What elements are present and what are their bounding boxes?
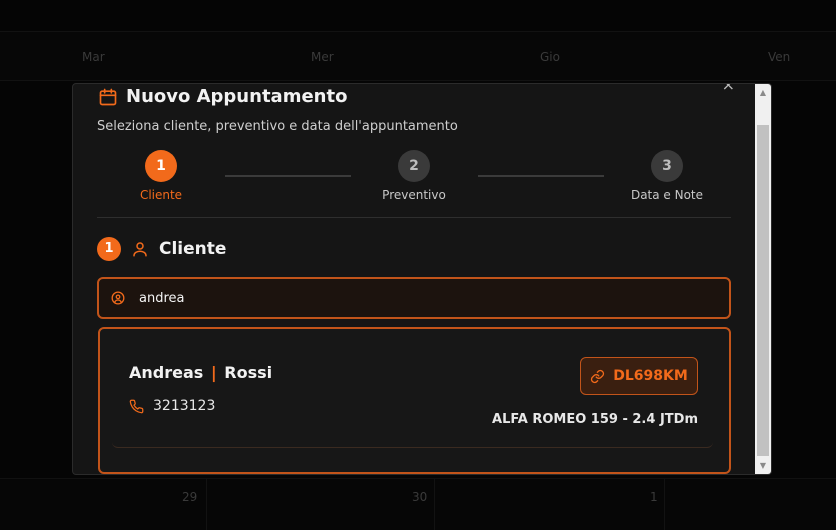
calendar-date[interactable]: 1	[650, 490, 658, 504]
calendar-day-ven: Ven	[768, 50, 791, 64]
section-title: Cliente	[159, 239, 227, 259]
section-header-cliente: 1 Cliente	[97, 237, 226, 261]
calendar-date[interactable]: 30	[412, 490, 427, 504]
calendar-day-mar: Mar	[82, 50, 105, 64]
client-first-name: Andreas	[129, 363, 204, 382]
calendar-row: 29 30 1	[0, 478, 836, 530]
client-phone: 3213123	[129, 398, 215, 414]
step-label: Data e Note	[630, 188, 704, 202]
client-name: Andreas | Rossi	[129, 363, 272, 382]
section-number: 1	[97, 237, 121, 261]
calendar-day-mer: Mer	[311, 50, 334, 64]
step-connector	[478, 175, 604, 177]
link-icon	[591, 369, 605, 383]
step-label: Preventivo	[382, 188, 446, 202]
scrollbar-thumb[interactable]	[757, 125, 769, 456]
calendar-cell-divider	[664, 479, 666, 530]
calendar-date[interactable]: 29	[182, 490, 197, 504]
new-appointment-modal: × Nuovo Appuntamento Seleziona cliente, …	[72, 83, 772, 475]
calendar-cell-divider	[206, 479, 208, 530]
phone-icon	[129, 399, 144, 413]
step-preventivo[interactable]: 2 Preventivo	[354, 150, 474, 202]
step-data-e-note[interactable]: 3 Data e Note	[607, 150, 727, 202]
client-phone-number: 3213123	[153, 398, 216, 414]
calendar-header: Mar Mer Gio Ven	[0, 31, 836, 81]
name-separator: |	[210, 363, 217, 382]
scroll-up-icon[interactable]: ▲	[755, 84, 771, 101]
close-button[interactable]: ×	[722, 84, 735, 94]
step-connector	[225, 175, 351, 177]
plate-text: DL698KM	[613, 368, 688, 384]
step-number: 1	[145, 150, 177, 182]
calendar-cell-divider	[434, 479, 436, 530]
modal-scrollbar[interactable]: ▲ ▼	[755, 84, 771, 474]
step-number: 2	[398, 150, 430, 182]
divider	[97, 217, 731, 218]
modal-subtitle: Seleziona cliente, preventivo e data del…	[97, 119, 458, 134]
client-search-input[interactable]	[137, 287, 701, 309]
client-results-list: Andreas | Rossi 3213123 DL698KM ALFA ROM…	[98, 327, 731, 474]
client-last-name: Rossi	[224, 363, 273, 382]
step-number: 3	[651, 150, 683, 182]
client-search-field[interactable]	[97, 277, 731, 319]
modal-header: Nuovo Appuntamento	[98, 86, 347, 107]
calendar-icon	[99, 88, 117, 105]
modal-title: Nuovo Appuntamento	[126, 86, 348, 107]
step-cliente[interactable]: 1 Cliente	[101, 150, 221, 202]
step-label: Cliente	[139, 188, 183, 202]
vehicle-plate-badge[interactable]: DL698KM	[580, 357, 698, 395]
calendar-day-gio: Gio	[540, 50, 560, 64]
user-icon	[133, 242, 147, 257]
user-circle-icon	[111, 291, 125, 305]
client-result-item[interactable]: Andreas | Rossi 3213123 DL698KM ALFA ROM…	[112, 329, 713, 448]
vehicle-model: ALFA ROMEO 159 - 2.4 JTDm	[492, 412, 698, 427]
scroll-down-icon[interactable]: ▼	[755, 457, 771, 474]
